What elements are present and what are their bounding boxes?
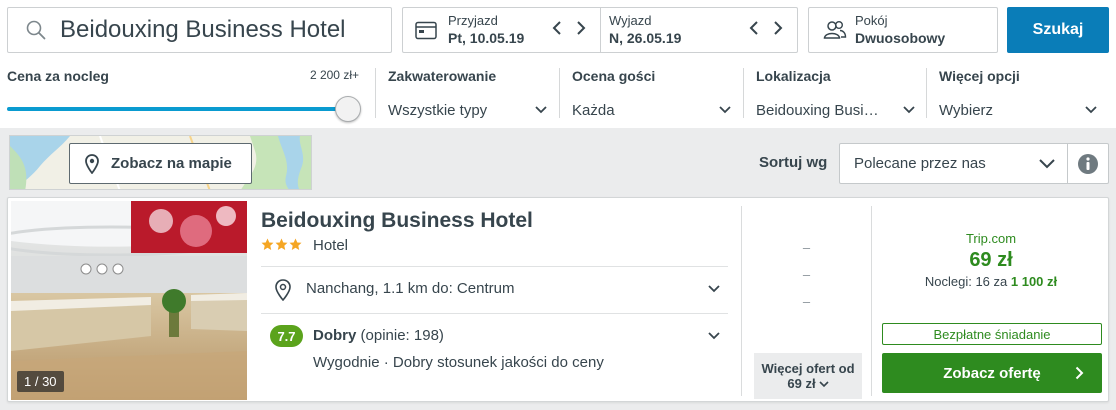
hotel-location: Nanchang, 1.1 km do: Centrum (306, 280, 515, 297)
checkin-label: Przyjazd (448, 13, 498, 28)
hotel-photo[interactable]: 1 / 30 (11, 201, 247, 400)
checkin-field[interactable]: Przyjazd Pt, 10.05.19 (403, 8, 600, 52)
more-options-filter-label: Więcej opcji (939, 68, 1020, 84)
price-filter-max: 2 200 zł+ (309, 68, 359, 82)
rating-tags: Wygodnie · Dobry stosunek jakości do cen… (313, 354, 604, 371)
guests-icon (823, 21, 847, 39)
alternative-prices: – – – Więcej ofert od 69 zł (742, 198, 871, 401)
best-deal: Trip.com 69 zł Noclegi: 16 za 1 100 zł B… (872, 198, 1110, 401)
alt-price: – (802, 294, 811, 309)
rating-summary: Dobry (opinie: 198) (313, 327, 444, 344)
chevron-left-icon[interactable] (552, 20, 562, 36)
map-pin-icon (85, 153, 99, 174)
checkin-value: Pt, 10.05.19 (448, 30, 525, 46)
deal-nights-prefix: Noclegi: 16 za (924, 274, 1008, 289)
chevron-right-icon[interactable] (773, 20, 783, 36)
info-icon (1078, 153, 1098, 174)
star-icon (289, 238, 302, 250)
room-value: Dwuosobowy (855, 30, 946, 46)
search-query: Beidouxing Business Hotel (60, 16, 346, 43)
hotel-location-row[interactable]: Nanchang, 1.1 km do: Centrum (261, 267, 728, 312)
room-label: Pokój (855, 13, 888, 28)
room-selector[interactable]: Pokój Dwuosobowy (808, 7, 998, 53)
guest-rating-filter-value: Każda (572, 102, 615, 119)
checkout-field[interactable]: Wyjazd N, 26.05.19 (600, 8, 797, 52)
chevron-right-icon (1075, 366, 1084, 380)
deal-price[interactable]: 69 zł (872, 249, 1110, 272)
search-button[interactable]: Szukaj (1007, 7, 1109, 53)
date-picker: Przyjazd Pt, 10.05.19 Wyjazd N, 26.05.19 (402, 7, 798, 53)
view-deal-label: Zobacz ofertę (943, 364, 1041, 382)
view-deal-button[interactable]: Zobacz ofertę (882, 353, 1102, 393)
chevron-left-icon[interactable] (749, 20, 759, 36)
rating-count: (opinie: 198) (360, 327, 444, 344)
location-filter-label: Lokalizacja (756, 68, 831, 84)
price-slider-track[interactable] (7, 107, 349, 111)
chevron-right-icon[interactable] (576, 20, 586, 36)
alt-price: – (802, 267, 811, 282)
star-icon (275, 238, 288, 250)
deal-provider[interactable]: Trip.com (872, 231, 1110, 246)
alt-price: – (802, 240, 811, 255)
sort-value: Polecane przez nas (854, 155, 986, 172)
hotel-type: Hotel (313, 237, 349, 254)
price-filter-label: Cena za nocleg (7, 68, 109, 84)
location-filter-value: Beidouxing Busi… (756, 102, 879, 119)
calendar-icon (415, 21, 437, 40)
accommodation-filter-value: Wszystkie typy (388, 102, 488, 119)
more-offers-label: Więcej ofert od (761, 361, 855, 376)
hotel-stars (261, 238, 302, 251)
guest-rating-filter-label: Ocena gości (572, 68, 656, 84)
chevron-down-icon (719, 106, 731, 114)
search-icon (26, 20, 46, 40)
deal-nights-total: 1 100 zł (1010, 274, 1058, 289)
chevron-down-icon (1085, 106, 1097, 114)
more-options-filter-value: Wybierz (939, 102, 994, 119)
photo-counter: 1 / 30 (17, 371, 64, 392)
hotel-card: 1 / 30 Beidouxing Business Hotel Hotel N… (7, 197, 1109, 402)
search-input[interactable]: Beidouxing Business Hotel (7, 7, 392, 53)
hotel-name[interactable]: Beidouxing Business Hotel (261, 209, 533, 233)
hotel-rating-row[interactable]: 7.7 Dobry (opinie: 198) Wygodnie · Dobry… (261, 314, 728, 384)
chevron-down-icon (708, 332, 720, 340)
chevron-down-icon (708, 285, 720, 293)
more-options-filter[interactable]: Więcej opcji Wybierz (926, 68, 1103, 119)
location-filter[interactable]: Lokalizacja Beidouxing Busi… (743, 68, 921, 119)
guest-rating-filter[interactable]: Ocena gości Każda (559, 68, 737, 119)
rating-word: Dobry (313, 327, 357, 344)
more-offers-price: 69 zł (787, 376, 816, 391)
map-pin-icon (275, 279, 291, 301)
sort-info-button[interactable] (1067, 143, 1109, 184)
sort-label: Sortuj wg (759, 154, 828, 171)
deal-nights: Noclegi: 16 za 1 100 zł (872, 274, 1110, 289)
sort-select[interactable]: Polecane przez nas (839, 143, 1068, 184)
price-filter: Cena za nocleg 2 200 zł+ (7, 68, 363, 122)
view-on-map-button[interactable]: Zobacz na mapie (69, 143, 252, 184)
chevron-down-icon (535, 106, 547, 114)
filter-bar: Cena za nocleg 2 200 zł+ Zakwaterowanie … (0, 60, 1116, 122)
star-icon (261, 238, 274, 250)
free-breakfast-badge: Bezpłatne śniadanie (882, 323, 1102, 345)
more-offers-button[interactable]: Więcej ofert od 69 zł (754, 353, 862, 399)
checkout-value: N, 26.05.19 (609, 30, 682, 46)
accommodation-filter-label: Zakwaterowanie (388, 68, 497, 84)
chevron-down-icon (903, 106, 915, 114)
accommodation-filter[interactable]: Zakwaterowanie Wszystkie typy (375, 68, 553, 119)
chevron-down-icon (1039, 159, 1055, 169)
rating-score-badge: 7.7 (270, 325, 303, 347)
chevron-down-icon (819, 381, 829, 388)
price-slider-handle[interactable] (335, 96, 361, 122)
view-on-map-label: Zobacz na mapie (111, 155, 232, 172)
checkout-label: Wyjazd (609, 13, 652, 28)
